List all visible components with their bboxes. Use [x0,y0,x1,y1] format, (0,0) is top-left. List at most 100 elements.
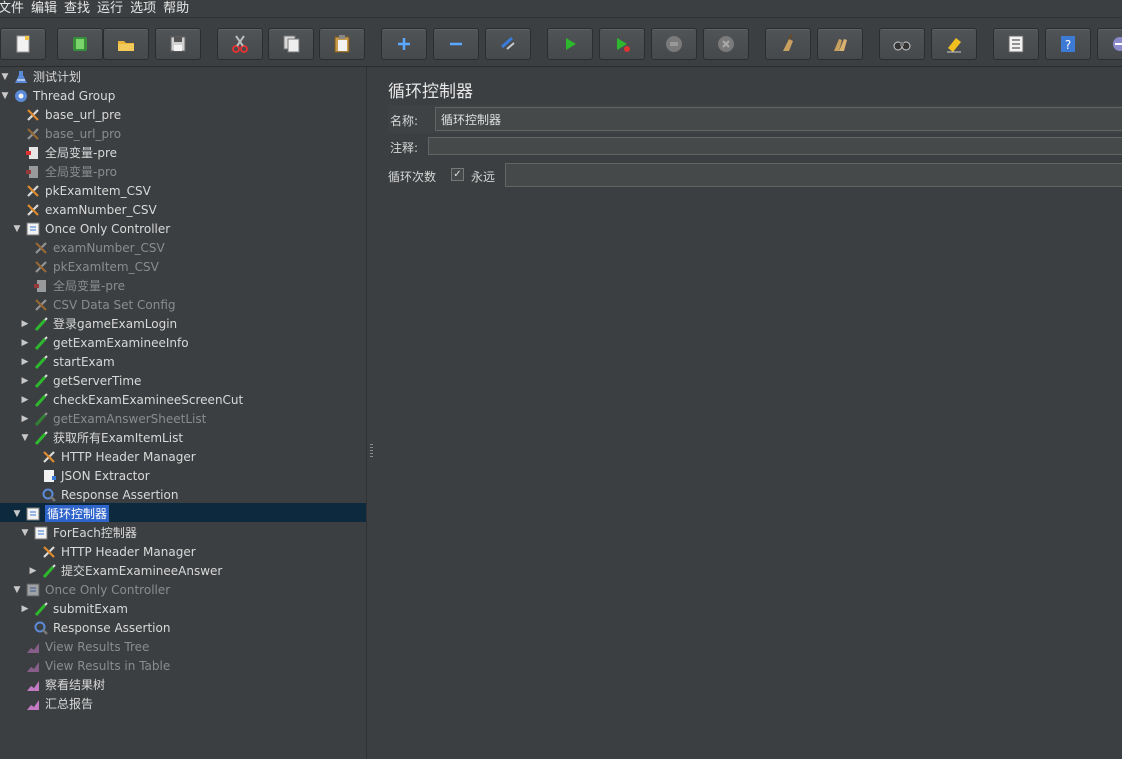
tree-node[interactable]: ▶ getExamExamineeInfo [20,333,189,352]
tree-node[interactable]: 全局变量-pre [20,276,125,295]
tree-node[interactable]: examNumber_CSV [12,200,157,219]
play-icon [559,33,581,55]
paste-button[interactable] [319,28,365,60]
tree-node[interactable]: ▶ checkExamExamineeScreenCut [20,390,243,409]
toggle-button[interactable] [485,28,531,60]
tree-node[interactable]: 察看结果树 [12,675,105,694]
comment-input[interactable] [428,137,1122,155]
tree-node[interactable]: HTTP Header Manager [28,447,196,466]
expand-arrow-icon[interactable]: ▼ [12,224,22,234]
search-button[interactable] [879,28,925,60]
sampler-icon [33,392,49,408]
tree-node[interactable]: ▶ getExamAnswerSheetList [20,409,206,428]
tree-node[interactable]: ▼ 测试计划 [0,67,81,86]
tree-node[interactable]: JSON Extractor [28,466,150,485]
listener-icon [25,677,41,693]
start-button[interactable] [547,28,593,60]
menu-item-4[interactable]: 选项 [130,0,163,17]
tree-node[interactable]: ▼ Once Only Controller [12,219,171,238]
tree-node[interactable]: ▶ 提交ExamExamineeAnswer [28,561,222,580]
tree-node[interactable]: pkExamItem_CSV [12,181,151,200]
collapse-arrow-icon[interactable]: ▶ [20,357,30,367]
help-button[interactable]: ? [1045,28,1091,60]
splitter-grip[interactable] [370,444,373,458]
expand-all-button[interactable] [381,28,427,60]
tree-node[interactable]: ▼ 获取所有ExamItemList [20,428,183,447]
menu-item-3[interactable]: 运行 [97,0,130,17]
expand-arrow-icon[interactable]: ▼ [12,585,22,595]
tree-node[interactable]: 全局变量-pro [12,162,117,181]
tree-node[interactable]: ▼ Thread Group [0,86,116,105]
tree-node[interactable]: View Results Tree [12,637,149,656]
tree-node-label: Response Assertion [53,620,171,635]
clear-button[interactable] [765,28,811,60]
tree-node[interactable]: CSV Data Set Config [20,295,176,314]
tree-node[interactable]: base_url_pre [12,105,121,124]
tree-node[interactable]: examNumber_CSV [20,238,165,257]
gear-icon [13,88,29,104]
tree-node[interactable]: ▶ startExam [20,352,115,371]
collapse-arrow-icon[interactable]: ▶ [20,338,30,348]
tree-node[interactable]: 全局变量-pre [12,143,117,162]
sampler-icon [33,430,49,446]
collapse-arrow-icon[interactable]: ▶ [20,414,30,424]
expand-arrow-icon[interactable]: ▼ [0,72,10,82]
open-folder-icon [115,33,137,55]
tree-node[interactable]: HTTP Header Manager [28,542,196,561]
collapse-arrow-icon[interactable]: ▶ [28,566,38,576]
new-button[interactable] [0,28,46,60]
tree-node[interactable]: ▶ submitExam [20,599,128,618]
menu-item-0[interactable]: 文件 [0,0,31,17]
test-plan-tree[interactable]: ▼ 测试计划 ▼ Thread Group base_url_pre base_url_p… [0,67,366,759]
sampler-icon [33,411,49,427]
collapse-all-button[interactable] [433,28,479,60]
tree-node[interactable]: 汇总报告 [12,694,93,713]
broom-all-icon [829,33,851,55]
function-helper-button[interactable] [993,28,1039,60]
tree-node-label: getExamAnswerSheetList [53,411,207,426]
config-element-icon [41,449,57,465]
menu-item-2[interactable]: 查找 [64,0,97,17]
copy-button[interactable] [268,28,314,60]
tree-node[interactable]: Response Assertion [20,618,170,637]
forever-checkbox[interactable]: ✓ [451,168,464,181]
tree-node[interactable]: Response Assertion [28,485,178,504]
tree-node[interactable]: View Results in Table [12,656,170,675]
expand-arrow-icon[interactable]: ▼ [20,528,30,538]
tree-node[interactable]: ▶ 登录gameExamLogin [20,314,177,333]
loop-count-input[interactable] [505,163,1122,187]
tree-node-label: 登录gameExamLogin [53,317,178,331]
menu-item-5[interactable]: 帮助 [163,0,196,17]
save-button[interactable] [155,28,201,60]
collapse-arrow-icon[interactable]: ▶ [20,319,30,329]
menu-item-1[interactable]: 编辑 [31,0,64,17]
collapse-arrow-icon[interactable]: ▶ [20,395,30,405]
expand-arrow-icon[interactable]: ▼ [20,433,30,443]
templates-button[interactable] [57,28,103,60]
plus-icon [393,33,415,55]
start-no-pause-button[interactable] [599,28,645,60]
shutdown-button[interactable] [703,28,749,60]
cut-button[interactable] [217,28,263,60]
expand-arrow-icon[interactable]: ▼ [12,509,22,519]
clear-all-button[interactable] [817,28,863,60]
binoculars-icon [891,33,913,55]
tree-node[interactable]: base_url_pro [12,124,121,143]
collapse-arrow-icon[interactable]: ▶ [20,376,30,386]
name-input[interactable]: 循环控制器 [435,107,1122,131]
tree-node[interactable]: ▼ Once Only Controller [12,580,171,599]
tree-node[interactable]: ▼ 循环控制器 [12,504,110,523]
tree-node[interactable]: ▼ ForEach控制器 [20,523,137,542]
open-button[interactable] [103,28,149,60]
expand-arrow-icon[interactable]: ▼ [0,91,10,101]
collapse-arrow-icon[interactable]: ▶ [20,604,30,614]
tree-node[interactable]: ▶ getServerTime [20,371,141,390]
reset-search-button[interactable] [931,28,977,60]
remote-button[interactable] [1097,28,1122,60]
tree-node[interactable]: pkExamItem_CSV [20,257,159,276]
stop-button[interactable] [651,28,697,60]
question-icon: ? [1057,33,1079,55]
